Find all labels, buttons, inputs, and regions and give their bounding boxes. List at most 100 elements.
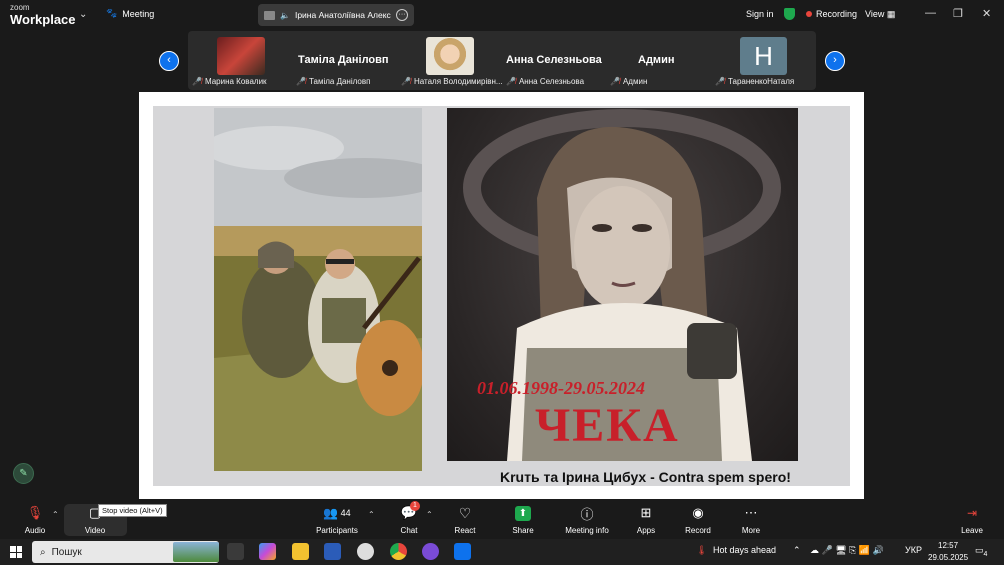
share-button[interactable]: ⬆ Share: [510, 503, 536, 535]
close-icon[interactable]: ✕: [982, 7, 991, 20]
share-arrow-icon: ⬆: [515, 505, 531, 521]
participant-tile[interactable]: Таміла Даніловп 🎤̸ Таміла Даніловп: [294, 31, 398, 90]
shield-icon[interactable]: [784, 8, 795, 20]
clock-time[interactable]: 12:57: [938, 541, 958, 550]
participant-name: Админ: [622, 77, 648, 86]
speaker-icon: 🔈: [280, 10, 290, 20]
speaker-thumbnail: [264, 10, 275, 20]
thermometer-icon: 🌡: [696, 545, 708, 555]
search-placeholder: Пошук: [51, 546, 82, 558]
tray-overflow-icon[interactable]: ⌃: [793, 545, 801, 556]
view-label: View: [865, 9, 885, 19]
view-button[interactable]: View ▦: [865, 9, 895, 20]
participant-tile[interactable]: H 🎤̸ ТараненкоНаталя: [714, 31, 814, 90]
audio-label: Audio: [24, 526, 46, 535]
viber-icon[interactable]: [422, 543, 439, 560]
mic-muted-icon: 🎤̸: [715, 77, 725, 86]
participant-name: Наталя Володимирівн...: [413, 77, 503, 86]
more-button[interactable]: ⋯ More: [738, 503, 764, 535]
share-label: Share: [512, 526, 534, 535]
mic-muted-icon: 🎙: [26, 505, 44, 520]
poster-callsign: ЧЕКА: [535, 399, 680, 452]
recording-indicator[interactable]: Recording: [806, 9, 857, 19]
info-icon: ⓘ: [580, 506, 594, 522]
chrome-icon[interactable]: [390, 543, 407, 560]
leave-label: Leave: [961, 526, 983, 535]
more-icon: ⋯: [744, 505, 758, 520]
zoom-logo: zoom Workplace: [10, 4, 76, 27]
active-speaker-name: Ірина Анатоліївна Алексеєва: [294, 10, 391, 20]
audio-button[interactable]: 🎙 Audio: [22, 503, 48, 535]
participant-name: Анна Селезньова: [518, 77, 585, 86]
participants-count: 44: [340, 508, 351, 518]
leave-button[interactable]: ⇥ Leave: [958, 503, 986, 535]
tray-icons[interactable]: ☁ 🎤 🖥 ⎘ 📶 🔊: [810, 545, 884, 556]
task-view-icon[interactable]: [227, 543, 244, 560]
record-label: Record: [685, 526, 711, 535]
chat-badge: 1: [410, 501, 420, 511]
word-icon[interactable]: [324, 543, 341, 560]
next-page-button[interactable]: ›: [825, 51, 845, 71]
react-label: React: [454, 526, 476, 535]
paw-icon: 🐾: [106, 8, 118, 18]
react-button[interactable]: ♡ React: [452, 503, 478, 536]
chat-label: Chat: [400, 526, 418, 535]
sign-in-button[interactable]: Sign in: [746, 9, 774, 19]
participant-tile[interactable]: Админ 🎤̸ Админ: [610, 31, 714, 90]
video-tooltip: Stop video (Alt+V): [98, 504, 167, 517]
mic-muted-icon: 🎤̸: [401, 77, 411, 86]
meeting-info-button[interactable]: ⓘ Meeting info: [562, 503, 612, 536]
participant-name: ТараненкоНаталя: [727, 77, 795, 86]
slide-caption: Kruть та Ірина Цибух - Contra spem spero…: [500, 469, 791, 485]
participant-video: [426, 37, 474, 75]
annotate-pencil-icon[interactable]: ✎: [13, 463, 34, 484]
participant-big-name: Анна Селезньова: [506, 54, 602, 66]
apps-label: Apps: [636, 526, 656, 535]
heart-icon: ♡: [458, 504, 472, 521]
more-options-icon[interactable]: ···: [396, 9, 408, 21]
zoom-taskbar-icon[interactable]: [454, 543, 471, 560]
clock-date[interactable]: 29.05.2025: [928, 553, 968, 562]
audio-options-caret-icon[interactable]: ⌃: [52, 510, 59, 519]
chat-icon: 💬 1: [396, 501, 422, 523]
chat-button[interactable]: 💬 1 Chat: [396, 501, 422, 535]
windows-start-icon[interactable]: [10, 546, 22, 558]
apps-button[interactable]: ⊞ Apps: [633, 503, 659, 535]
recording-label: Recording: [816, 9, 858, 19]
participant-tile[interactable]: 🎤̸ Наталя Володимирівн...: [400, 31, 504, 90]
participant-tile[interactable]: 🎤̸ Марина Ковалик: [191, 31, 291, 90]
mic-muted-icon: 🎤̸: [192, 77, 202, 86]
chat-caret-icon[interactable]: ⌃: [426, 510, 433, 519]
weather-text[interactable]: Hot days ahead: [713, 545, 776, 555]
meeting-info-label: Meeting info: [565, 526, 609, 535]
meeting-menu[interactable]: 🐾 Meeting: [106, 8, 154, 19]
search-icon: ⌕: [40, 546, 46, 558]
participant-tile[interactable]: Анна Селезньова 🎤̸ Анна Селезньова: [505, 31, 609, 90]
search-highlight-image: [173, 542, 219, 562]
file-explorer-icon[interactable]: [292, 543, 309, 560]
mic-muted-icon: 🎤̸: [506, 77, 516, 86]
language-indicator[interactable]: УКР: [905, 545, 922, 555]
active-speaker-pill[interactable]: 🔈 Ірина Анатоліївна Алексеєва ···: [258, 4, 414, 26]
memorial-poster: 01.06.1998-29.05.2024 ЧЕКА: [447, 108, 798, 461]
taskbar-search[interactable]: ⌕ Пошук: [32, 541, 219, 563]
media-player-icon[interactable]: [357, 543, 374, 560]
notification-bell-icon[interactable]: ▭4: [975, 545, 987, 558]
notification-count: 4: [983, 550, 988, 558]
leave-icon: ⇥: [966, 506, 978, 520]
apps-icon: ⊞: [640, 505, 652, 520]
record-button[interactable]: ◉ Record: [684, 503, 712, 535]
minimize-icon[interactable]: —: [925, 7, 936, 19]
meeting-label: Meeting: [122, 8, 155, 19]
poster-dates: 01.06.1998-29.05.2024: [477, 378, 645, 398]
copilot-icon[interactable]: [259, 543, 276, 560]
participants-caret-icon[interactable]: ⌃: [368, 510, 375, 519]
chevron-down-icon[interactable]: ⌄: [79, 9, 87, 20]
prev-page-button[interactable]: ‹: [159, 51, 179, 71]
more-label: More: [741, 526, 761, 535]
participants-button[interactable]: 👥 44 Participants: [313, 503, 361, 535]
mic-muted-icon: 🎤̸: [610, 77, 620, 86]
participant-big-name: Админ: [638, 54, 675, 66]
participant-video: [217, 37, 265, 75]
restore-icon[interactable]: ❐: [953, 7, 963, 20]
